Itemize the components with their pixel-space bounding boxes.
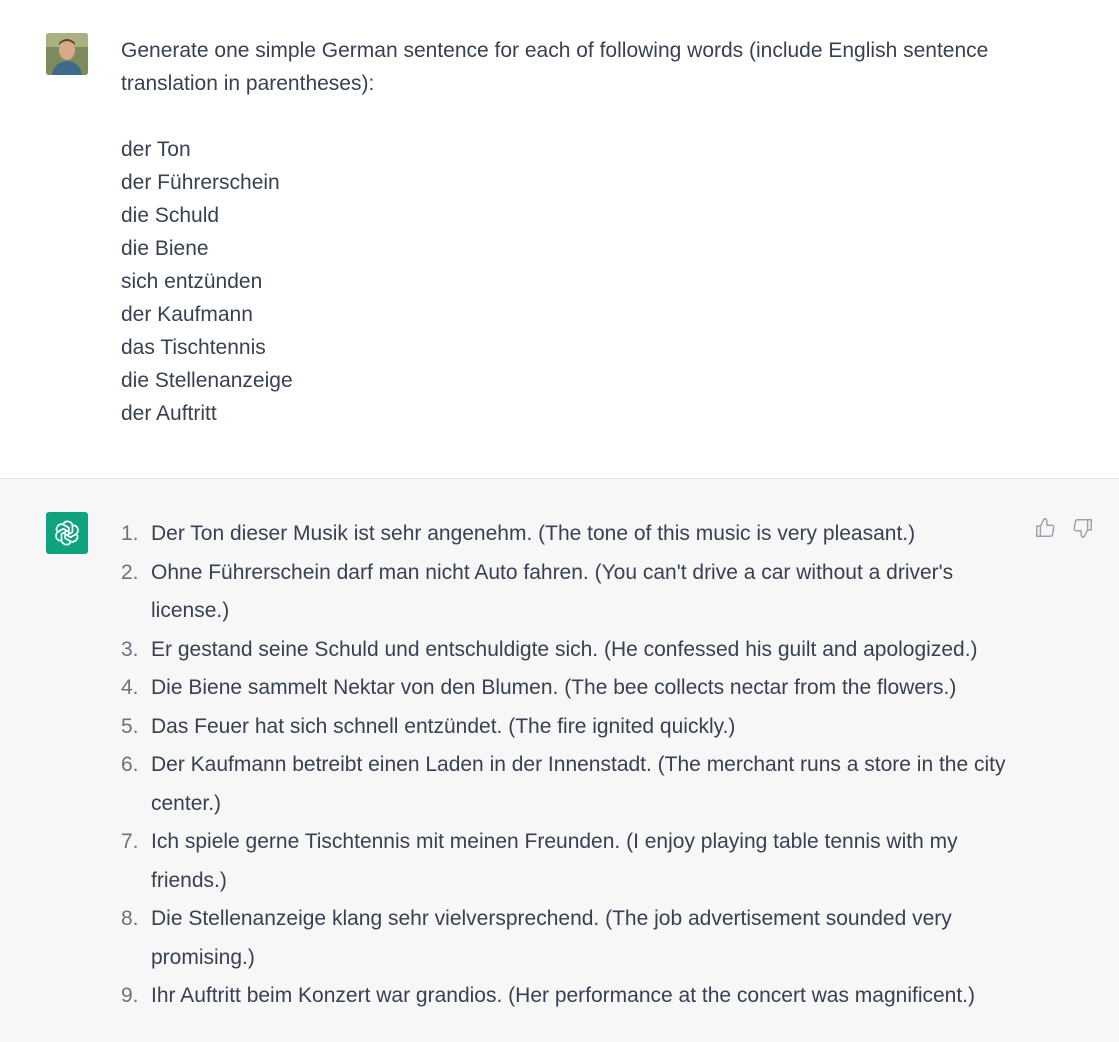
- answer-text: Die Biene sammelt Nektar von den Blumen.…: [151, 676, 957, 699]
- thumbs-down-icon: [1073, 519, 1092, 538]
- openai-logo-icon: [55, 520, 79, 546]
- answer-text: Der Kaufmann betreibt einen Laden in der…: [151, 753, 1006, 815]
- answer-item: 3. Er gestand seine Schuld und entschuldi…: [121, 631, 1011, 670]
- answer-text: Ohne Führerschein darf man nicht Auto fa…: [151, 560, 954, 623]
- feedback-buttons: [1034, 517, 1094, 539]
- answer-item: 8. Die Stellenanzeige klang sehr vielvers…: [121, 900, 1011, 977]
- answer-number: 8.: [121, 907, 139, 930]
- answer-number: 4.: [121, 676, 139, 699]
- assistant-message: 1. Der Ton dieser Musik ist sehr angenehm…: [0, 479, 1119, 1042]
- answer-item: 9. Ihr Auftritt beim Konzert war grandios…: [121, 977, 1011, 1016]
- assistant-avatar: [46, 512, 88, 554]
- answer-text: Ihr Auftritt beim Konzert war grandios. …: [151, 984, 976, 1007]
- answer-text: Ich spiele gerne Tischtennis mit meinen …: [151, 830, 958, 892]
- word-item: die Biene: [121, 237, 209, 260]
- user-avatar-image: [46, 33, 88, 75]
- word-item: sich entzünden: [121, 270, 263, 293]
- answer-number: 5.: [121, 714, 139, 738]
- answer-text: Der Ton dieser Musik ist sehr angenehm. …: [151, 522, 916, 545]
- word-item: die Schuld: [121, 204, 220, 227]
- user-avatar: [46, 33, 88, 75]
- user-prompt: Generate one simple German sentence for …: [121, 39, 989, 95]
- word-item: die Stellenanzeige: [121, 369, 293, 392]
- word-item: der Ton: [121, 138, 191, 161]
- word-item: das Tischtennis: [121, 336, 266, 359]
- answer-number: 2.: [121, 560, 139, 584]
- answer-item: 4. Die Biene sammelt Nektar von den Blume…: [121, 669, 1011, 708]
- answer-item: 2. Ohne Führerschein darf man nicht Auto …: [121, 554, 1011, 631]
- user-message-text: Generate one simple German sentence for …: [121, 34, 1041, 430]
- answer-number: 9.: [121, 984, 139, 1007]
- answer-number: 6.: [121, 753, 139, 776]
- thumbs-up-button[interactable]: [1034, 517, 1056, 539]
- answer-item: 6. Der Kaufmann betreibt einen Laden in d…: [121, 746, 1011, 823]
- answer-list: 1. Der Ton dieser Musik ist sehr angenehm…: [121, 515, 1011, 1016]
- answer-item: 1. Der Ton dieser Musik ist sehr angenehm…: [121, 515, 1011, 554]
- answer-number: 3.: [121, 637, 139, 661]
- answer-text: Die Stellenanzeige klang sehr vielverspr…: [151, 907, 952, 969]
- thumbs-down-button[interactable]: [1072, 517, 1094, 539]
- user-message: Generate one simple German sentence for …: [0, 0, 1119, 479]
- word-list: der Ton der Führerschein die Schuld die …: [121, 133, 1041, 430]
- answer-text: Er gestand seine Schuld und entschuldigt…: [151, 637, 978, 661]
- answer-text: Das Feuer hat sich schnell entzündet. (T…: [151, 714, 736, 738]
- word-item: der Führerschein: [121, 171, 280, 194]
- answer-number: 7.: [121, 830, 139, 853]
- word-item: der Kaufmann: [121, 303, 253, 326]
- answer-item: 7. Ich spiele gerne Tischtennis mit meine…: [121, 823, 1011, 900]
- answer-number: 1.: [121, 522, 139, 545]
- answer-item: 5. Das Feuer hat sich schnell entzündet. …: [121, 708, 1011, 747]
- word-item: der Auftritt: [121, 402, 217, 425]
- thumbs-up-icon: [1036, 518, 1055, 537]
